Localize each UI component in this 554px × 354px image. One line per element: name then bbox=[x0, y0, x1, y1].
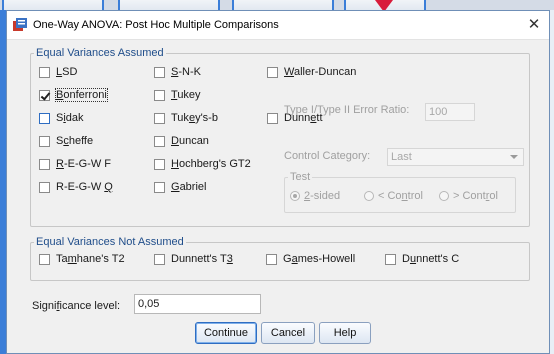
checkbox-label: Gabriel bbox=[171, 181, 207, 193]
checkbox-box[interactable] bbox=[39, 112, 50, 124]
checkbox-label: R-E-G-W Q bbox=[56, 181, 113, 193]
test-legend: Test bbox=[290, 171, 311, 183]
spss-app-icon bbox=[13, 18, 27, 31]
checkbox-label: Tamhane's T2 bbox=[56, 253, 125, 265]
checkbox-box[interactable] bbox=[267, 112, 278, 124]
radio-dot-icon[interactable] bbox=[439, 191, 449, 201]
checkbox-box[interactable] bbox=[154, 158, 165, 170]
error-ratio-input[interactable]: 100 bbox=[425, 103, 475, 121]
radio-label: < Control bbox=[378, 190, 423, 202]
unequal-variances-legend: Equal Variances Not Assumed bbox=[36, 236, 184, 248]
significance-label: Significance level: bbox=[32, 300, 121, 312]
checkbox-tukey[interactable]: Tukey bbox=[154, 87, 201, 103]
control-category-label: Control Category: bbox=[284, 150, 371, 162]
checkbox-box[interactable] bbox=[39, 158, 50, 170]
cancel-button[interactable]: Cancel bbox=[261, 322, 315, 344]
checkbox-label: R-E-G-W F bbox=[56, 158, 111, 170]
radio-two-sided[interactable]: 2-sided bbox=[290, 188, 340, 204]
checkbox-label: S-N-K bbox=[171, 66, 201, 78]
chevron-down-icon bbox=[510, 155, 518, 159]
checkbox-label: Hochberg's GT2 bbox=[171, 158, 251, 170]
checkbox-box[interactable] bbox=[154, 135, 165, 147]
checkbox-label: Dunnett's T3 bbox=[171, 253, 233, 265]
window-title: One-Way ANOVA: Post Hoc Multiple Compari… bbox=[33, 19, 279, 31]
checkbox-label: LSD bbox=[56, 66, 78, 78]
checkbox-label: Dunnett's C bbox=[402, 253, 460, 265]
checkbox-label: Tukey bbox=[171, 89, 201, 101]
checkbox-sidak[interactable]: Sidak bbox=[39, 110, 84, 126]
checkbox-label: Sidak bbox=[56, 112, 84, 124]
equal-variances-legend: Equal Variances Assumed bbox=[36, 47, 164, 59]
checkbox-dunnetts-t3[interactable]: Dunnett's T3 bbox=[154, 251, 233, 267]
checkbox-box[interactable] bbox=[154, 181, 165, 193]
help-button[interactable]: Help bbox=[319, 322, 371, 344]
checkbox-tamhanes-t2[interactable]: Tamhane's T2 bbox=[39, 251, 125, 267]
checkbox-dunnett[interactable]: Dunnett bbox=[267, 110, 323, 126]
checkbox-box[interactable] bbox=[39, 253, 50, 265]
checkbox-label: Tukey's-b bbox=[171, 112, 218, 124]
checkbox-waller-duncan[interactable]: Waller-Duncan bbox=[267, 64, 356, 80]
checkbox-box[interactable] bbox=[266, 253, 277, 265]
checkbox-label: Waller-Duncan bbox=[284, 66, 357, 78]
checkbox-label: Bonferroni bbox=[55, 88, 108, 102]
checkbox-box[interactable] bbox=[39, 66, 50, 78]
radio-label: 2-sided bbox=[304, 190, 341, 202]
significance-input[interactable]: 0,05 bbox=[134, 294, 261, 314]
radio-label: > Control bbox=[453, 190, 498, 202]
checkbox-label: Games-Howell bbox=[283, 253, 356, 265]
checkbox-lsd[interactable]: LSD bbox=[39, 64, 77, 80]
post-hoc-dialog: One-Way ANOVA: Post Hoc Multiple Compari… bbox=[6, 10, 550, 354]
radio-less-than-control[interactable]: < Control bbox=[364, 188, 423, 204]
checkbox-regwf[interactable]: R-E-G-W F bbox=[39, 156, 111, 172]
checkbox-label: Duncan bbox=[171, 135, 209, 147]
checkbox-label: Scheffe bbox=[56, 135, 94, 147]
close-button[interactable]: ✕ bbox=[523, 15, 545, 35]
checkbox-box[interactable] bbox=[39, 135, 50, 147]
checkbox-duncan[interactable]: Duncan bbox=[154, 133, 209, 149]
checkbox-box[interactable] bbox=[154, 253, 165, 265]
checkbox-hochbergs-gt2[interactable]: Hochberg's GT2 bbox=[154, 156, 251, 172]
checkbox-box[interactable] bbox=[267, 66, 278, 78]
checkbox-box[interactable] bbox=[154, 112, 165, 124]
checkbox-regwq[interactable]: R-E-G-W Q bbox=[39, 179, 113, 195]
checkbox-label: Dunnett bbox=[284, 112, 323, 124]
checkbox-box[interactable] bbox=[39, 181, 50, 193]
checkbox-gabriel[interactable]: Gabriel bbox=[154, 179, 206, 195]
checkbox-bonferroni[interactable]: Bonferroni bbox=[39, 87, 108, 103]
checkmark-icon[interactable] bbox=[39, 89, 50, 101]
radio-greater-than-control[interactable]: > Control bbox=[439, 188, 498, 204]
control-category-value: Last bbox=[391, 151, 412, 163]
title-bar: One-Way ANOVA: Post Hoc Multiple Compari… bbox=[7, 11, 549, 40]
checkbox-box[interactable] bbox=[154, 89, 165, 101]
checkbox-dunnetts-c[interactable]: Dunnett's C bbox=[385, 251, 459, 267]
radio-dot-icon[interactable] bbox=[290, 191, 300, 201]
checkbox-box[interactable] bbox=[385, 253, 396, 265]
checkbox-tukeys-b[interactable]: Tukey's-b bbox=[154, 110, 218, 126]
checkbox-snk[interactable]: S-N-K bbox=[154, 64, 201, 80]
continue-button[interactable]: Continue bbox=[195, 322, 257, 344]
control-category-select[interactable]: Last bbox=[387, 148, 524, 166]
radio-dot-icon[interactable] bbox=[364, 191, 374, 201]
checkbox-scheffe[interactable]: Scheffe bbox=[39, 133, 93, 149]
checkbox-games-howell[interactable]: Games-Howell bbox=[266, 251, 355, 267]
checkbox-box[interactable] bbox=[154, 66, 165, 78]
